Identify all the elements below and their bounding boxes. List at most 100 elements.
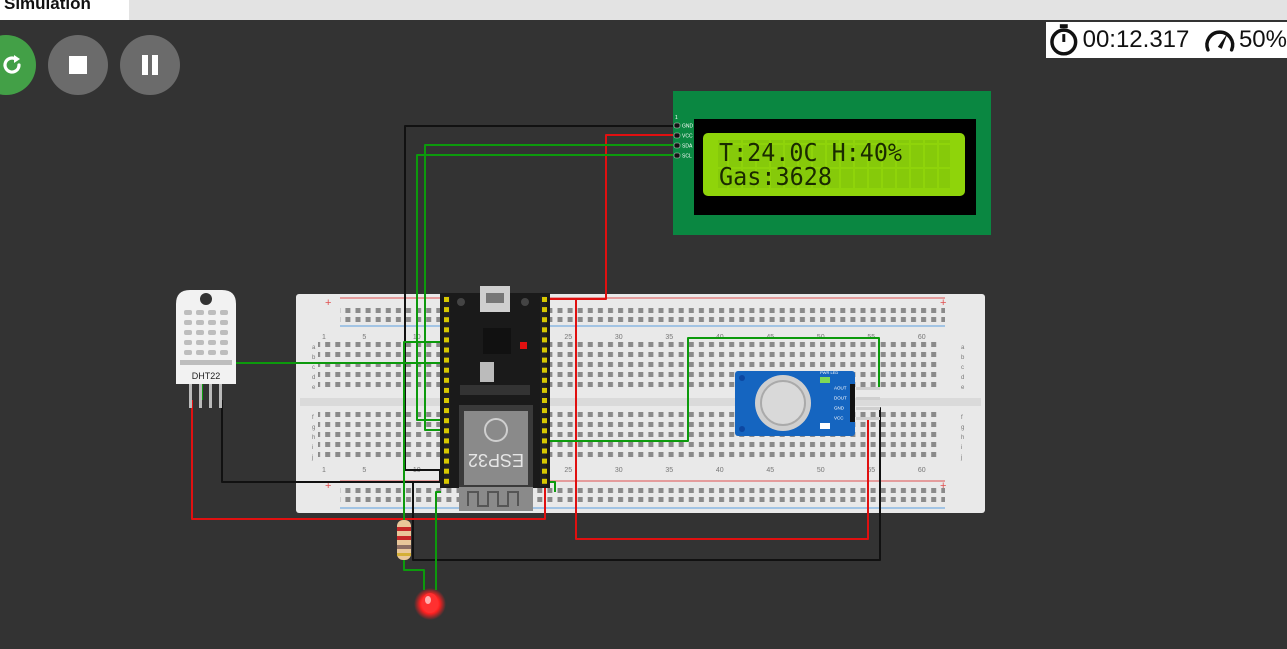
dht22-vent — [180, 360, 232, 365]
breadboard-row-letter: d — [312, 375, 315, 381]
esp32-pin[interactable] — [542, 468, 547, 474]
esp32-pin[interactable] — [444, 398, 449, 403]
breadboard-row-letter: h — [312, 435, 315, 441]
esp32-pin[interactable] — [444, 347, 449, 353]
esp32-pin[interactable] — [444, 418, 449, 424]
dht22-vent — [184, 350, 192, 355]
esp32-pin[interactable] — [542, 418, 547, 424]
dht22-vent — [196, 320, 204, 325]
breadboard-column-number: 5 — [362, 467, 366, 474]
breadboard-row-letter: i — [961, 445, 962, 451]
esp32-pin[interactable] — [444, 468, 449, 474]
dht22-vent — [208, 340, 216, 345]
lcd-pin-label: VCC — [682, 134, 693, 140]
breadboard-row-letter: i — [312, 445, 313, 451]
esp32-board[interactable]: ESP32 — [440, 286, 550, 511]
esp32-pin[interactable] — [542, 398, 547, 403]
esp32-pin[interactable] — [444, 337, 449, 343]
tab-label: Simulation — [4, 0, 91, 13]
breadboard[interactable]: + + + + 151015202530354045505560 1510152… — [296, 294, 985, 513]
gas-pin-label: AOUT — [834, 386, 847, 391]
dht22-vent — [184, 340, 192, 345]
esp32-pin[interactable] — [542, 297, 547, 302]
breadboard-column-number: 30 — [615, 334, 623, 341]
dht22-vent — [208, 320, 216, 325]
breadboard-row-letter: g — [961, 425, 964, 431]
esp32-pin[interactable] — [542, 357, 547, 363]
svg-text:+: + — [940, 480, 946, 492]
led-red[interactable] — [414, 588, 446, 620]
lcd-pin[interactable] — [673, 152, 681, 159]
esp32-pin[interactable] — [542, 408, 547, 414]
svg-text:+: + — [325, 297, 331, 309]
lcd-pin-label: SCL — [682, 154, 692, 160]
esp32-pin[interactable] — [542, 307, 547, 313]
lcd-display[interactable]: T:24.0C H:40% Gas:3628 GNDVCCSDASCL 1 — [673, 91, 991, 235]
resistor[interactable] — [397, 520, 411, 560]
breadboard-row-letter: h — [961, 435, 964, 441]
esp32-pin[interactable] — [542, 387, 547, 393]
esp32-pin[interactable] — [444, 478, 449, 484]
esp32-pin[interactable] — [444, 317, 449, 323]
lcd-pin[interactable] — [673, 122, 681, 129]
dht22-vent — [220, 340, 228, 345]
esp32-pin[interactable] — [542, 458, 547, 464]
esp32-pin[interactable] — [444, 367, 449, 373]
breadboard-column-number: 35 — [665, 334, 673, 341]
wire-lcd-vcc[interactable] — [549, 134, 677, 300]
dht22-vent — [184, 310, 192, 315]
dht22-sensor[interactable]: DHT22 — [176, 290, 236, 408]
dht22-vent — [196, 310, 204, 315]
esp32-pin[interactable] — [542, 377, 547, 383]
esp32-pin[interactable] — [542, 317, 547, 323]
esp32-pin[interactable] — [542, 448, 547, 454]
breadboard-column-number: 60 — [918, 334, 926, 341]
gas-pin[interactable] — [856, 397, 880, 400]
breadboard-row-letter: g — [312, 425, 315, 431]
lcd-pin[interactable] — [673, 142, 681, 149]
gas-pin[interactable] — [856, 407, 880, 410]
esp32-pin[interactable] — [542, 367, 547, 373]
esp32-pin[interactable] — [444, 408, 449, 414]
dht22-vent — [208, 350, 216, 355]
lcd-pin-label: SDA — [682, 144, 693, 150]
lcd-pin-label: GND — [682, 124, 694, 130]
esp32-pin[interactable] — [444, 458, 449, 464]
tab-simulation[interactable]: Simulation — [0, 0, 129, 20]
breadboard-column-number: 40 — [716, 467, 724, 474]
esp32-pin[interactable] — [444, 448, 449, 454]
esp32-pin[interactable] — [542, 478, 547, 484]
dht22-vent — [184, 330, 192, 335]
esp32-pin[interactable] — [444, 377, 449, 383]
esp32-pin[interactable] — [542, 438, 547, 444]
breadboard-column-number: 50 — [817, 467, 825, 474]
dht22-vent — [196, 350, 204, 355]
esp32-pin[interactable] — [444, 327, 449, 333]
esp32-pin[interactable] — [542, 347, 547, 353]
esp32-pin[interactable] — [444, 297, 449, 302]
esp32-pin[interactable] — [444, 307, 449, 313]
esp32-pin[interactable] — [444, 438, 449, 444]
esp32-pin[interactable] — [444, 387, 449, 393]
lcd-line-2: Gas:3628 — [719, 162, 832, 191]
gas-led-label: PWR LED — [820, 370, 838, 375]
esp32-pin[interactable] — [542, 337, 547, 343]
dht22-vent — [208, 310, 216, 315]
circuit-canvas[interactable]: + + + + 151015202530354045505560 1510152… — [0, 20, 1287, 649]
dht22-vent — [208, 330, 216, 335]
breadboard-column-number: 30 — [615, 467, 623, 474]
gas-pin[interactable] — [856, 417, 880, 420]
dht22-vent — [220, 310, 228, 315]
esp32-pin[interactable] — [542, 327, 547, 333]
esp32-pin[interactable] — [444, 357, 449, 363]
dht22-label: DHT22 — [192, 371, 221, 381]
lcd-pin-header: 1 — [675, 115, 678, 121]
gas-pin[interactable] — [856, 387, 880, 390]
lcd-pin[interactable] — [673, 132, 681, 139]
dht22-vent — [220, 330, 228, 335]
wire-led-anode[interactable] — [403, 560, 425, 590]
esp32-pin[interactable] — [444, 428, 449, 434]
breadboard-column-number: 25 — [564, 334, 572, 341]
breadboard-row-letter: d — [961, 375, 964, 381]
esp32-pin[interactable] — [542, 428, 547, 434]
